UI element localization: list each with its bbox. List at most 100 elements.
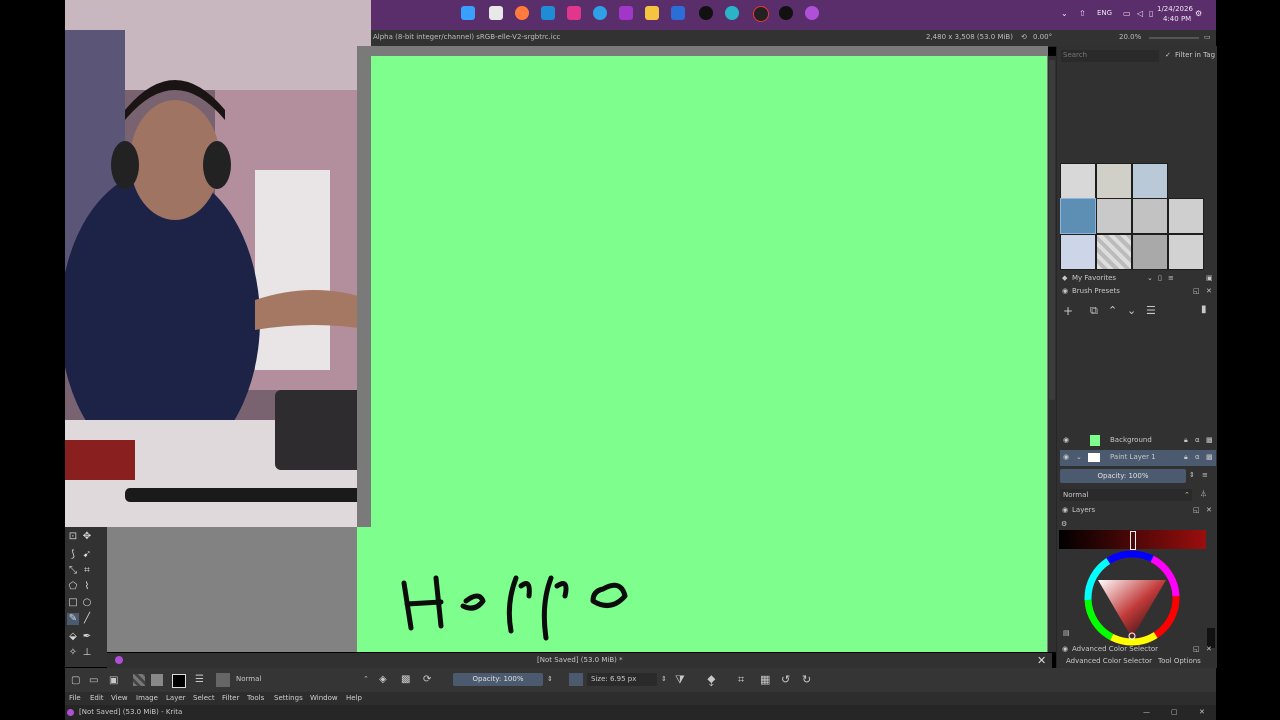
ellipse-tool-icon[interactable]: ○: [81, 597, 93, 609]
size-lock-icon[interactable]: [569, 673, 583, 686]
line-tool-icon[interactable]: ╱: [81, 613, 93, 625]
blend-mode-select[interactable]: Normal: [236, 676, 261, 683]
notification-icon[interactable]: ⚙: [1195, 9, 1202, 18]
eraser-mode-icon[interactable]: ◈: [379, 675, 387, 685]
layer-row-selected[interactable]: ◉ ⌄ Paint Layer 1 🔒︎ α ▩: [1060, 450, 1216, 466]
alpha-lock-icon[interactable]: α: [1195, 454, 1200, 461]
layer-name[interactable]: Background: [1110, 437, 1152, 444]
menu-view[interactable]: View: [111, 695, 128, 702]
shade-selector-cursor[interactable]: [1130, 531, 1136, 550]
close-docker-icon[interactable]: ✕: [1206, 288, 1212, 295]
volume-icon[interactable]: ◁: [1137, 9, 1143, 18]
close-document-icon[interactable]: ✕: [1037, 655, 1046, 666]
clock-date[interactable]: 1/24/2026: [1157, 5, 1193, 13]
brush-tool-icon[interactable]: ✎: [67, 613, 79, 625]
eyedropper-tool-icon[interactable]: ✒: [81, 631, 93, 643]
fill-tool-icon[interactable]: ⬙: [67, 631, 79, 643]
reload-preset-icon[interactable]: ⟳: [423, 675, 431, 685]
delete-layer-icon[interactable]: ▮: [1201, 305, 1207, 315]
brush-preset-7[interactable]: [1168, 198, 1204, 234]
opacity-spin-icon[interactable]: ⇕: [547, 676, 553, 683]
menu-select[interactable]: Select: [193, 695, 215, 702]
filter-icon[interactable]: ⏃: [1200, 491, 1207, 498]
lock-icon[interactable]: 🔒︎: [1184, 454, 1188, 461]
brush-preset-8[interactable]: [1060, 234, 1096, 270]
app-dark-icon[interactable]: [699, 6, 713, 20]
visibility-icon[interactable]: ◉: [1063, 454, 1069, 461]
expand-icon[interactable]: ⌄: [1076, 454, 1082, 461]
size-slider[interactable]: Size: 6.95 px: [587, 673, 657, 686]
edit-brush-settings-icon[interactable]: ☰: [195, 675, 204, 685]
new-document-icon[interactable]: ▢: [71, 676, 80, 686]
move-tool-icon[interactable]: ✥: [81, 531, 93, 543]
menu-settings[interactable]: Settings: [274, 695, 303, 702]
tab-advanced-color-selector[interactable]: Advanced Color Selector: [1066, 658, 1152, 665]
size-spin-icon[interactable]: ⇕: [661, 676, 667, 683]
grid-icon[interactable]: ▦: [760, 674, 770, 685]
fg-bg-color-icon[interactable]: [172, 674, 186, 688]
assistant-tool-icon[interactable]: ✧: [67, 647, 79, 659]
grid-view-icon[interactable]: ▣: [1206, 275, 1213, 282]
layer-row[interactable]: ◉ Background 🔒︎ α ▩: [1060, 433, 1216, 449]
menu-file[interactable]: File: [69, 695, 81, 702]
menu-window[interactable]: Window: [310, 695, 338, 702]
menu-filter[interactable]: Filter: [222, 695, 239, 702]
brush-preset-2[interactable]: [1096, 163, 1132, 199]
transform-tool-icon[interactable]: ⤡: [67, 565, 79, 577]
pointer-tool-icon[interactable]: ➹: [81, 549, 93, 561]
move-down-icon[interactable]: ⌄: [1127, 305, 1136, 316]
open-document-icon[interactable]: ▭: [89, 676, 98, 686]
copilot-icon[interactable]: [515, 6, 529, 20]
lasso-tool-icon[interactable]: ⟆: [67, 549, 79, 561]
crop-canvas-icon[interactable]: ⌗: [738, 674, 744, 685]
rotate-right-icon[interactable]: ↻: [802, 674, 811, 685]
rotation-value[interactable]: 0.00°: [1033, 34, 1052, 41]
select-tool-icon[interactable]: ⊡: [67, 531, 79, 543]
float-color-icon[interactable]: ◱: [1193, 646, 1200, 653]
inherit-alpha-icon[interactable]: ▩: [1206, 437, 1213, 444]
menu-edit[interactable]: Edit: [90, 695, 104, 702]
rectangle-tool-icon[interactable]: □: [67, 597, 79, 609]
canvas-scrollbar-thumb[interactable]: [1049, 60, 1055, 400]
network-icon[interactable]: ▭: [1123, 9, 1131, 18]
lock-icon[interactable]: 🔒︎: [1184, 437, 1188, 444]
pattern-icon[interactable]: [151, 674, 163, 686]
app-t-icon[interactable]: [541, 6, 555, 20]
blend-mode-chevron-icon[interactable]: ⌃: [363, 676, 369, 683]
inherit-alpha-icon[interactable]: ▩: [1206, 454, 1213, 461]
path-tool-icon[interactable]: ⌇: [81, 581, 93, 593]
gradient-icon[interactable]: [133, 674, 145, 686]
chevron-up-icon[interactable]: ⌄: [1061, 9, 1068, 18]
tab-tool-options[interactable]: Tool Options: [1158, 658, 1201, 665]
add-layer-icon[interactable]: +: [1063, 305, 1073, 317]
color-settings-icon[interactable]: ⚙: [1061, 521, 1067, 528]
preserve-alpha-icon[interactable]: ▩: [401, 675, 410, 685]
brush-preset-11[interactable]: [1168, 234, 1204, 270]
app-obs-icon[interactable]: [779, 6, 793, 20]
app-recorder-icon[interactable]: [753, 6, 769, 22]
color-wheel[interactable]: [1084, 550, 1180, 646]
view-mode-icon[interactable]: ▯: [1158, 275, 1162, 282]
app-p-icon[interactable]: [567, 6, 581, 20]
minimize-icon[interactable]: —: [1143, 709, 1150, 716]
filter-in-tag-checkbox[interactable]: ✓: [1165, 52, 1171, 59]
start-icon[interactable]: [461, 6, 475, 20]
save-document-icon[interactable]: ▣: [109, 676, 118, 686]
color-history-icon[interactable]: ▤: [1063, 630, 1070, 637]
opacity-slider[interactable]: Opacity: 100%: [453, 673, 543, 686]
app-purple-icon[interactable]: [619, 6, 633, 20]
layer-name[interactable]: Paint Layer 1: [1110, 454, 1156, 461]
drawing-canvas[interactable]: [371, 56, 1047, 652]
move-up-icon[interactable]: ⌃: [1108, 305, 1117, 316]
clock-time[interactable]: 4:40 PM: [1163, 15, 1191, 23]
task-view-icon[interactable]: [489, 6, 503, 20]
brush-preset-5[interactable]: [1096, 198, 1132, 234]
krita-icon[interactable]: [805, 6, 819, 20]
rotation-icon[interactable]: ⟲: [1021, 34, 1027, 41]
app-wave-icon[interactable]: [725, 6, 739, 20]
maximize-icon[interactable]: ▭: [1204, 34, 1211, 41]
app-blue-icon[interactable]: [671, 6, 685, 20]
menu-image[interactable]: Image: [136, 695, 158, 702]
brush-preset-icon[interactable]: [216, 673, 230, 687]
rotate-left-icon[interactable]: ↺: [781, 674, 790, 685]
